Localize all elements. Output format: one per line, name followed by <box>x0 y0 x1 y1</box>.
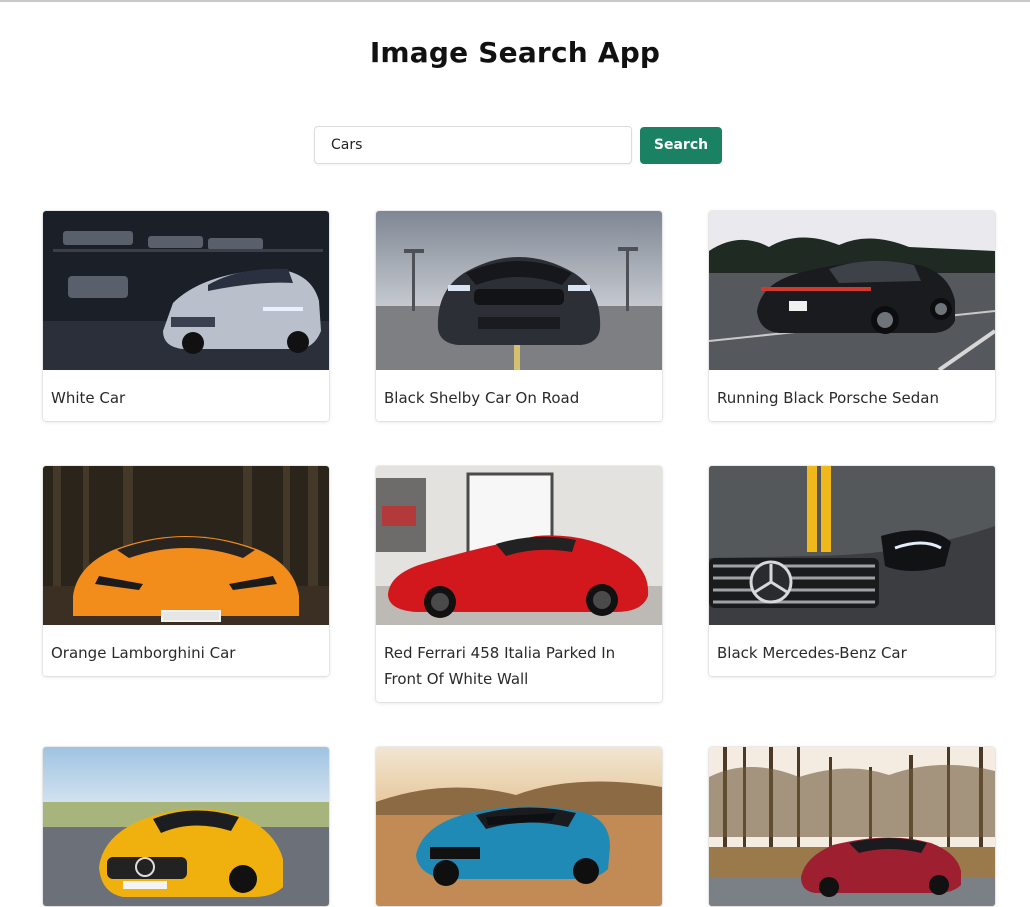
orange-lamborghini-photo[interactable] <box>43 466 329 625</box>
search-input[interactable] <box>314 126 632 164</box>
result-card[interactable] <box>43 747 329 906</box>
red-mercedes-photo[interactable] <box>709 747 995 906</box>
red-ferrari-photo[interactable] <box>376 466 662 625</box>
yellow-mercedes-photo[interactable] <box>43 747 329 906</box>
result-caption: Running Black Porsche Sedan <box>717 389 939 407</box>
result-card[interactable]: Black Shelby Car On Road <box>376 211 662 421</box>
search-button[interactable]: Search <box>640 126 722 164</box>
result-caption: White Car <box>51 389 126 407</box>
result-card[interactable]: Orange Lamborghini Car <box>43 466 329 676</box>
black-porsche-photo[interactable] <box>709 211 995 370</box>
page-title: Image Search App <box>369 36 661 69</box>
result-caption: Black Mercedes-Benz Car <box>717 644 907 662</box>
result-caption: Black Shelby Car On Road <box>384 389 580 407</box>
result-card[interactable] <box>709 747 995 906</box>
result-card[interactable]: Red Ferrari 458 Italia Parked In Front O… <box>376 466 662 702</box>
blue-camaro-photo[interactable] <box>376 747 662 906</box>
result-card[interactable]: White Car <box>43 211 329 421</box>
black-shelby-photo[interactable] <box>376 211 662 370</box>
search-form: Search <box>314 126 722 164</box>
result-caption: Orange Lamborghini Car <box>51 644 236 662</box>
browser-top-border <box>0 0 1030 2</box>
result-card[interactable]: Running Black Porsche Sedan <box>709 211 995 421</box>
result-card[interactable] <box>376 747 662 906</box>
result-card[interactable]: Black Mercedes-Benz Car <box>709 466 995 676</box>
white-car-photo[interactable] <box>43 211 329 370</box>
result-caption: Red Ferrari 458 Italia Parked In Front O… <box>384 644 616 688</box>
black-mercedes-photo[interactable] <box>709 466 995 625</box>
